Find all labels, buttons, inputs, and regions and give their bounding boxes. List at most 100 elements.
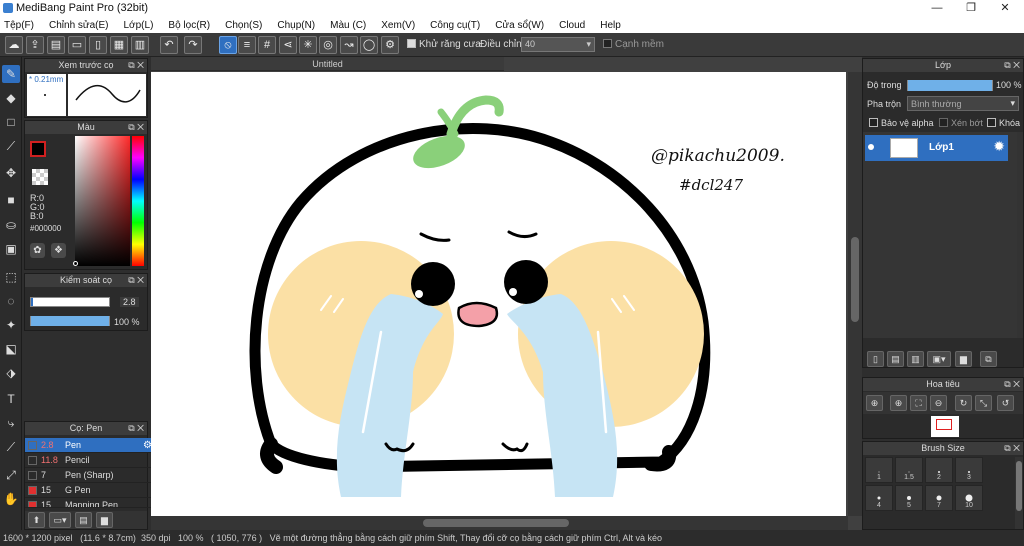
brush-size-cell[interactable]: 4 — [865, 485, 893, 511]
menu-filter[interactable]: Bộ lọc(R) — [168, 20, 210, 31]
panel-controls[interactable]: ⧉ ✕ — [128, 274, 144, 287]
document-icon[interactable]: ▯ — [89, 36, 107, 54]
menu-file[interactable]: Tệp(F) — [4, 20, 34, 31]
gear-icon[interactable]: ✹ — [993, 138, 1005, 155]
brush-item[interactable]: 15 G Pen — [25, 483, 155, 498]
rotate-icon[interactable]: ↻ — [955, 395, 972, 411]
canvas-horizontal-scrollbar[interactable] — [151, 516, 848, 530]
shape-tool-icon[interactable]: □ — [2, 113, 20, 131]
brush-folder-icon[interactable]: ▆ — [96, 512, 113, 528]
snap-settings-icon[interactable]: ⚙ — [381, 36, 399, 54]
lasso-tool-icon[interactable]: ◌ — [2, 292, 20, 310]
panel-controls[interactable]: ⧉ ✕ — [1004, 442, 1020, 455]
color-history-icon[interactable]: ❖ — [51, 243, 66, 258]
select-pen-icon[interactable]: ⬕ — [2, 340, 20, 358]
grid-snap-icon[interactable]: # — [258, 36, 276, 54]
panel-icon[interactable]: ▥ — [131, 36, 149, 54]
layer-add-menu-icon[interactable]: ▣▾ — [927, 351, 951, 367]
menu-select[interactable]: Chọn(S) — [225, 20, 262, 31]
panel-controls[interactable]: ⧉ ✕ — [128, 121, 144, 134]
color-sv-picker[interactable] — [75, 136, 130, 266]
panel-controls[interactable]: ⧉ ✕ — [128, 59, 144, 72]
export-icon[interactable]: ⇪ — [26, 36, 44, 54]
layer-duplicate-icon[interactable]: ⧉ — [980, 351, 997, 367]
view-rect[interactable] — [936, 419, 952, 430]
chat-icon[interactable]: ▭ — [68, 36, 86, 54]
antialias-toggle[interactable]: Khử răng cưa — [407, 39, 481, 50]
close-button[interactable]: ✕ — [988, 0, 1022, 17]
protect-alpha-checkbox[interactable] — [869, 118, 878, 127]
menu-view[interactable]: Xem(V) — [381, 20, 415, 31]
operation-tool-icon[interactable]: ⤷ — [2, 414, 20, 432]
clipping-checkbox[interactable] — [939, 118, 948, 127]
panel-controls[interactable]: ⧉ ✕ — [1004, 59, 1020, 72]
fill-rect-tool-icon[interactable]: ■ — [2, 191, 20, 209]
move-tool-icon[interactable]: ✥ — [2, 164, 20, 182]
radial-snap-icon[interactable]: ✳ — [299, 36, 317, 54]
fit-icon[interactable]: ⛶ — [910, 395, 927, 411]
lock-toggle[interactable]: Khóa — [987, 118, 1020, 128]
select-tool-icon[interactable]: ⬚ — [2, 268, 20, 286]
brush-size-cell[interactable]: 2 — [925, 457, 953, 483]
menu-edit[interactable]: Chỉnh sửa(E) — [49, 20, 109, 31]
zoom-in-icon[interactable]: ⊕ — [866, 395, 883, 411]
text-tool-icon[interactable]: T — [2, 390, 20, 408]
brush-size-cell[interactable]: 10 — [955, 485, 983, 511]
new-layer-icon[interactable]: ▯ — [867, 351, 884, 367]
antialias-checkbox[interactable] — [407, 39, 416, 48]
menu-tools[interactable]: Công cụ(T) — [430, 20, 480, 31]
clipping-toggle[interactable]: Xén bớt — [939, 118, 983, 128]
scroll-thumb[interactable] — [1016, 461, 1022, 511]
hue-slider[interactable] — [132, 136, 144, 266]
panel-controls[interactable]: ⧉ ✕ — [1004, 378, 1020, 391]
brush-settings-icon[interactable]: ▤ — [75, 512, 92, 528]
brush-item[interactable]: 15 Mapping Pen — [25, 498, 155, 508]
new-layer-8bit-icon[interactable]: ▥ — [907, 351, 924, 367]
brush-size-value[interactable]: 2.8 — [120, 297, 139, 307]
eye-icon[interactable] — [868, 144, 874, 150]
edge-checkbox[interactable] — [603, 39, 612, 48]
drawing-canvas[interactable]: @pikachu2009. #dcl247 — [151, 72, 846, 516]
eyedropper-tool-icon[interactable]: ⤢ — [2, 466, 20, 484]
parallel-snap-icon[interactable]: ≡ — [238, 36, 256, 54]
layer-opacity-slider[interactable] — [907, 80, 993, 91]
scroll-thumb[interactable] — [851, 237, 859, 322]
new-layer-halftone-icon[interactable]: ▤ — [887, 351, 904, 367]
zoom-out-icon[interactable]: ⊖ — [930, 395, 947, 411]
bucket-tool-icon[interactable]: ⛀ — [2, 216, 20, 234]
gradient-tool-icon[interactable]: ▣ — [2, 240, 20, 258]
zoom-in-icon[interactable]: ⊕ — [890, 395, 907, 411]
brush-tool-icon[interactable]: ✎ — [2, 65, 20, 83]
menu-color[interactable]: Màu (C) — [330, 20, 366, 31]
menu-window[interactable]: Cửa sổ(W) — [495, 20, 544, 31]
foreground-color-swatch[interactable] — [30, 141, 46, 157]
menu-cloud[interactable]: Cloud — [559, 20, 585, 31]
grid-icon[interactable]: ▦ — [110, 36, 128, 54]
brush-size-cell[interactable]: 1.5 — [895, 457, 923, 483]
brush-size-scrollbar[interactable] — [1015, 457, 1023, 529]
menu-layer[interactable]: Lớp(L) — [124, 20, 154, 31]
circle-snap-icon[interactable]: ◎ — [319, 36, 337, 54]
blend-mode-select[interactable]: Bình thường ▾ — [907, 96, 1019, 111]
brush-size-cell[interactable]: 5 — [895, 485, 923, 511]
redo-icon[interactable]: ↷ — [184, 36, 202, 54]
palette-icon[interactable]: ✿ — [30, 243, 45, 258]
ellipse-snap-icon[interactable]: ◯ — [360, 36, 378, 54]
layer-list-scrollbar[interactable] — [1017, 132, 1023, 338]
edge-toggle[interactable]: Cạnh mềm — [603, 39, 664, 50]
undo-icon[interactable]: ↶ — [160, 36, 178, 54]
eraser-tool-icon[interactable]: ◆ — [2, 89, 20, 107]
maximize-button[interactable]: ❐ — [954, 0, 988, 17]
navigator-thumbnail[interactable] — [931, 416, 959, 437]
select-eraser-icon[interactable]: ⬗ — [2, 364, 20, 382]
reset-icon[interactable]: ↺ — [997, 395, 1014, 411]
divide-tool-icon[interactable]: ⟋ — [2, 438, 20, 456]
brush-size-cell[interactable]: 3 — [955, 457, 983, 483]
document-tab[interactable]: Untitled — [151, 57, 504, 71]
brush-item[interactable]: 11.8 Pencil — [25, 453, 155, 468]
no-snap-icon[interactable]: ⦸ — [219, 36, 237, 54]
adjust-select[interactable]: 40 ▾ — [521, 37, 595, 52]
magic-wand-icon[interactable]: ✦ — [2, 316, 20, 334]
panel-controls[interactable]: ⧉ ✕ — [128, 422, 144, 435]
layer-item[interactable]: Lớp1 ✹ — [865, 135, 1008, 161]
